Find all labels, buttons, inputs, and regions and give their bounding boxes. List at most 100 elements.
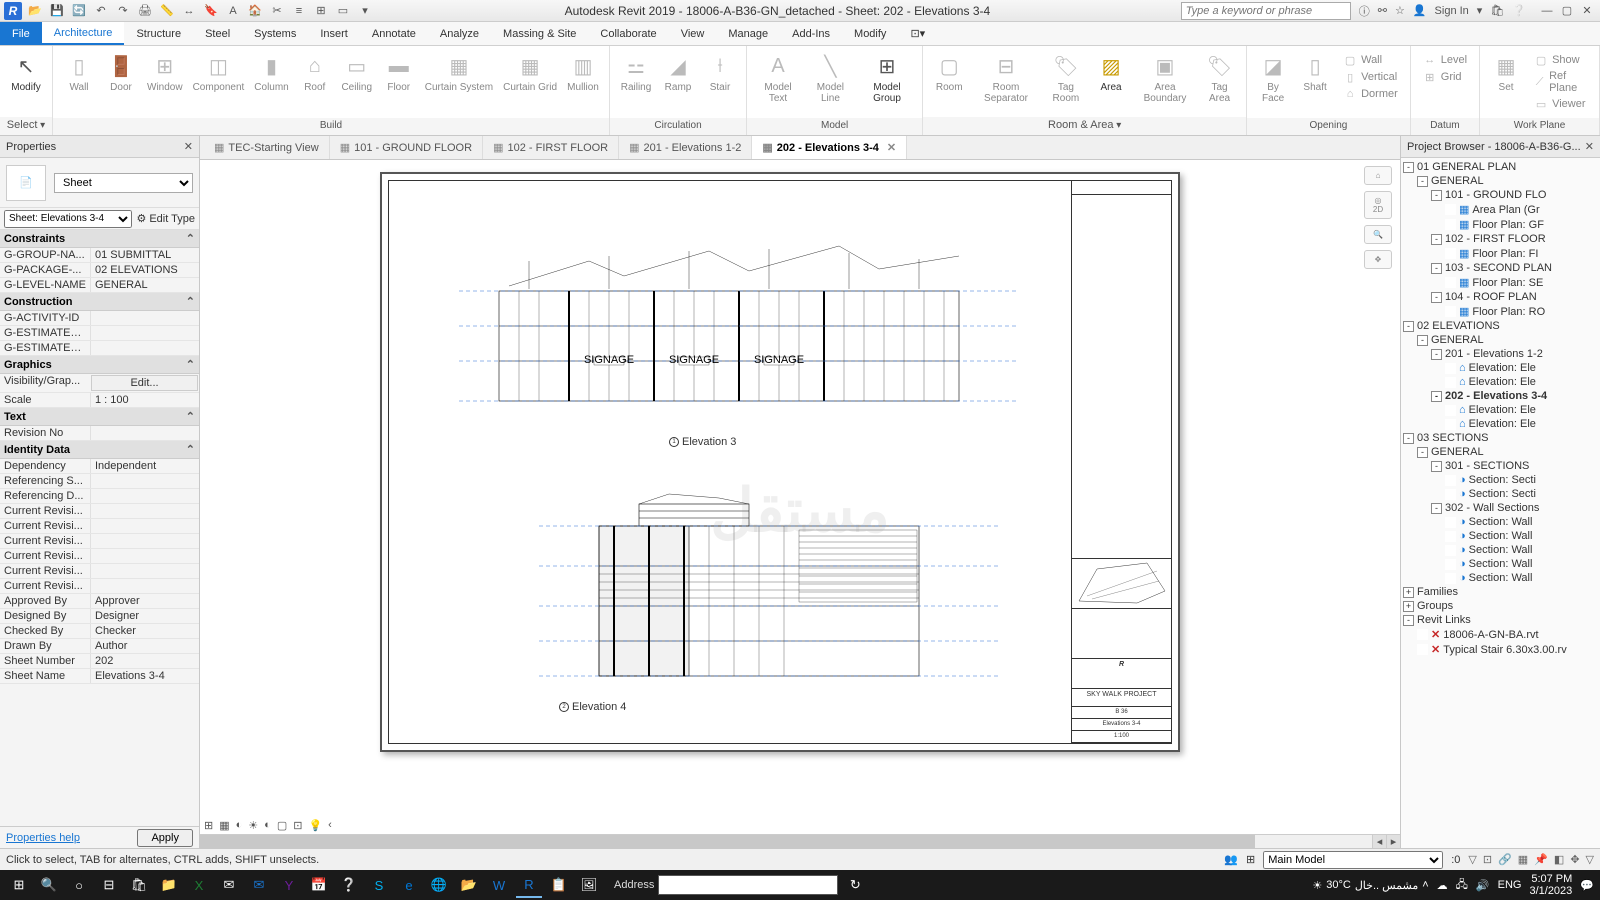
select-links-icon[interactable]: 🔗 (1498, 853, 1512, 866)
signin-dropdown-icon[interactable]: ▾ (1477, 4, 1483, 17)
clock[interactable]: 5:07 PM 3/1/2023 (1529, 873, 1572, 897)
tree-item[interactable]: -GENERAL (1401, 174, 1600, 188)
tree-item[interactable]: ▦Floor Plan: RO (1401, 304, 1600, 319)
tab-collaborate[interactable]: Collaborate (588, 22, 668, 45)
prop-row[interactable]: Sheet Number202 (0, 654, 199, 669)
area-boundary-button[interactable]: ▣Area Boundary (1133, 50, 1197, 106)
section-icon[interactable]: ✂ (268, 2, 286, 20)
redo-icon[interactable]: ↷ (114, 2, 132, 20)
tree-item[interactable]: -102 - FIRST FLOOR (1401, 232, 1600, 246)
tab-massing[interactable]: Massing & Site (491, 22, 588, 45)
view-tab[interactable]: ▦202 - Elevations 3-4✕ (752, 136, 907, 159)
cloud-icon[interactable]: ☁ (1437, 879, 1448, 892)
sunpath-icon[interactable]: ☀ (248, 819, 258, 832)
folder-icon[interactable]: 📂 (456, 872, 482, 898)
notifications-icon[interactable]: 💬 (1580, 879, 1594, 892)
instance-selector[interactable]: Sheet: Elevations 3-4 (4, 210, 132, 228)
weather-widget[interactable]: ☀ 30°C مشمس ..خال (1312, 879, 1418, 892)
tree-item[interactable]: ✕Typical Stair 6.30x3.00.rv (1401, 642, 1600, 657)
viewer-button[interactable]: ▭Viewer (1532, 96, 1589, 112)
exchange-icon[interactable]: 🛍 (1490, 4, 1504, 17)
byface-button[interactable]: ◪By Face (1253, 50, 1293, 106)
maximize-button[interactable]: ▢ (1558, 4, 1576, 18)
floor-button[interactable]: ▬Floor (379, 50, 419, 95)
panel-select-title[interactable]: Select ▾ (0, 117, 52, 135)
tree-item[interactable]: ◑Section: Wall (1401, 529, 1600, 543)
window-button[interactable]: ⊞Window (143, 50, 187, 95)
tab-systems[interactable]: Systems (242, 22, 308, 45)
tree-toggle-icon[interactable]: - (1403, 162, 1414, 173)
tree-item[interactable]: ✕18006-A-GN-BA.rvt (1401, 627, 1600, 642)
tree-item[interactable]: ▦Floor Plan: GF (1401, 217, 1600, 232)
nav-wheel-icon[interactable]: ◎2D (1364, 191, 1392, 219)
tab-analyze[interactable]: Analyze (428, 22, 491, 45)
ramp-button[interactable]: ◢Ramp (658, 50, 698, 95)
tree-item[interactable]: ◑Section: Wall (1401, 515, 1600, 529)
prop-category[interactable]: Text⌃ (0, 408, 199, 426)
prop-row[interactable]: Revision No (0, 426, 199, 441)
view-tab[interactable]: ▦102 - FIRST FLOOR (483, 136, 619, 159)
prop-row[interactable]: Referencing S... (0, 474, 199, 489)
address-go-icon[interactable]: ↻ (842, 872, 868, 898)
tree-item[interactable]: -03 SECTIONS (1401, 431, 1600, 445)
editable-icon[interactable]: ⊡ (1483, 853, 1492, 866)
close-button[interactable]: ✕ (1578, 4, 1596, 18)
tag-area-button[interactable]: 🏷Tag Area (1199, 50, 1240, 106)
tree-toggle-icon[interactable]: - (1431, 292, 1442, 303)
tree-toggle-icon[interactable]: - (1403, 615, 1414, 626)
model-text-button[interactable]: AModel Text (753, 50, 803, 106)
tree-item[interactable]: -01 GENERAL PLAN (1401, 160, 1600, 174)
tree-item[interactable]: -02 ELEVATIONS (1401, 319, 1600, 333)
nav-home-icon[interactable]: ⌂ (1364, 166, 1392, 185)
refplane-button[interactable]: ⟋Ref Plane (1532, 69, 1589, 95)
tree-toggle-icon[interactable]: - (1431, 263, 1442, 274)
drag-icon[interactable]: ✥ (1570, 853, 1579, 866)
tree-item[interactable]: ⌂Elevation: Ele (1401, 361, 1600, 375)
comm-icon[interactable]: ⚯ (1378, 4, 1387, 17)
tab-close-icon[interactable]: ✕ (887, 141, 896, 154)
tree-item[interactable]: ▦Floor Plan: FI (1401, 246, 1600, 261)
prop-row[interactable]: Drawn ByAuthor (0, 639, 199, 654)
curtain-grid-button[interactable]: ▦Curtain Grid (499, 50, 561, 95)
tab-manage[interactable]: Manage (716, 22, 780, 45)
photos-icon[interactable]: 🖼 (576, 872, 602, 898)
print-icon[interactable]: 🖨 (136, 2, 154, 20)
favorite-icon[interactable]: ☆ (1395, 4, 1405, 17)
hide-icon[interactable]: 💡 (308, 819, 322, 832)
prop-category[interactable]: Construction⌃ (0, 293, 199, 311)
tree-toggle-icon[interactable]: + (1403, 587, 1414, 598)
workset-selector[interactable]: Main Model (1263, 851, 1443, 869)
opening-vertical-button[interactable]: ▯Vertical (1341, 69, 1400, 85)
tag-icon[interactable]: 🔖 (202, 2, 220, 20)
curtain-system-button[interactable]: ▦Curtain System (421, 50, 497, 95)
tree-toggle-icon[interactable]: - (1431, 503, 1442, 514)
start-button[interactable]: ⊞ (6, 872, 32, 898)
tree-item[interactable]: -101 - GROUND FLO (1401, 188, 1600, 202)
tree-item[interactable]: ◑Section: Wall (1401, 557, 1600, 571)
prop-row[interactable]: Current Revisi... (0, 579, 199, 594)
outlook-icon[interactable]: ✉ (246, 872, 272, 898)
area-button[interactable]: ▨Area (1091, 50, 1131, 95)
save-icon[interactable]: 💾 (48, 2, 66, 20)
prop-row[interactable]: G-ESTIMATED... (0, 341, 199, 356)
shadows-icon[interactable]: ◐ (264, 819, 271, 832)
search-taskbar-icon[interactable]: 🔍 (36, 872, 62, 898)
app-icon[interactable]: 📋 (546, 872, 572, 898)
tab-architecture[interactable]: Architecture (42, 22, 125, 45)
help-icon[interactable]: ❔ (1512, 4, 1526, 17)
prop-row[interactable]: Scale1 : 100 (0, 393, 199, 408)
gmail-icon[interactable]: ✉ (216, 872, 242, 898)
view-tab[interactable]: ▦101 - GROUND FLOOR (330, 136, 483, 159)
grid-button[interactable]: ⊞Grid (1421, 69, 1469, 85)
prop-row[interactable]: G-ESTIMATED... (0, 326, 199, 341)
component-button[interactable]: ◫Component (189, 50, 249, 95)
model-line-button[interactable]: ╲Model Line (805, 50, 856, 106)
editable-only-icon[interactable]: ⊞ (1246, 853, 1255, 866)
viewport[interactable]: R SKY WALK PROJECT B 36 Elevations 3-4 1… (200, 160, 1400, 834)
undo-icon[interactable]: ↶ (92, 2, 110, 20)
minimize-button[interactable]: — (1538, 4, 1556, 18)
prop-row[interactable]: Current Revisi... (0, 549, 199, 564)
tree-item[interactable]: ⌂Elevation: Ele (1401, 375, 1600, 389)
ribbon-flyout-icon[interactable]: ⊡▾ (898, 22, 937, 45)
measure-icon[interactable]: 📏 (158, 2, 176, 20)
